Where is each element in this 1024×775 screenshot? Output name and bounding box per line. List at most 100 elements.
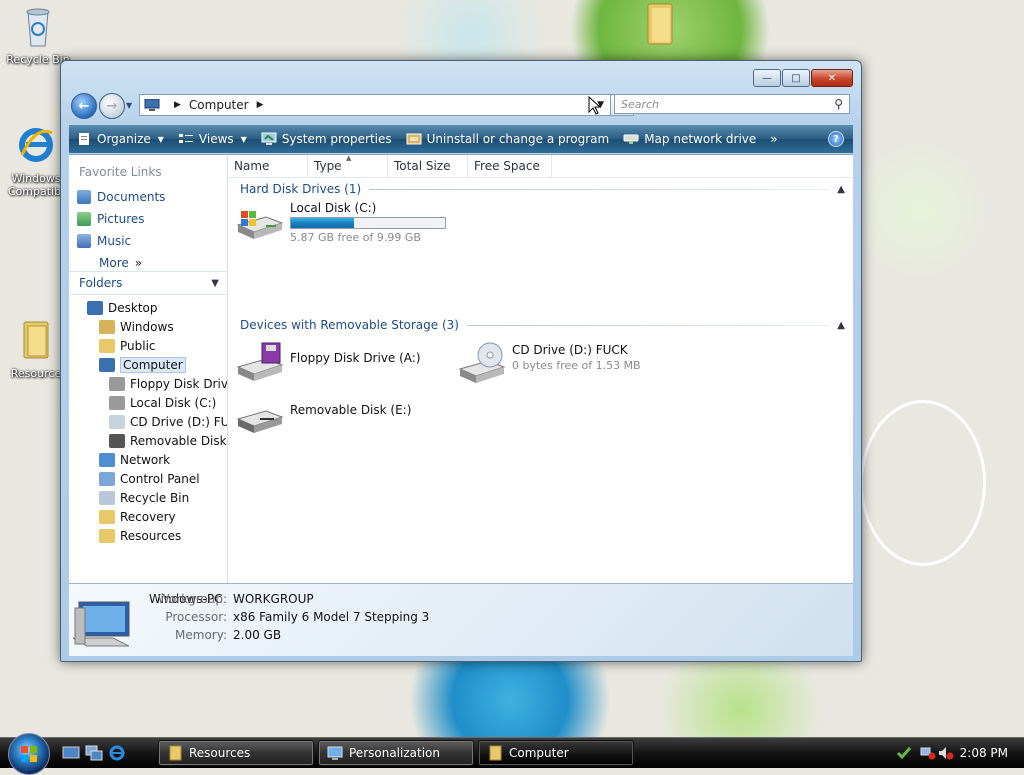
caption-buttons: — □ ✕	[753, 69, 853, 87]
tree-item[interactable]: Floppy Disk Drive	[109, 375, 228, 393]
breadcrumb-computer[interactable]: Computer	[189, 98, 249, 112]
drive-cd-d[interactable]: CD Drive (D:) FUCK 0 bytes free of 1.53 …	[458, 341, 641, 383]
removable-disk-icon	[109, 434, 125, 448]
group-header-removable-storage[interactable]: Devices with Removable Storage (3) ▲	[240, 317, 845, 333]
breadcrumb-separator[interactable]: ▶	[174, 100, 181, 110]
taskbar-button-resources[interactable]: Resources	[158, 740, 314, 766]
favorite-documents[interactable]: Documents	[77, 187, 165, 207]
column-header-name[interactable]: Name	[228, 155, 308, 177]
desktop-icon	[87, 301, 103, 315]
switch-windows-icon[interactable]	[85, 744, 103, 762]
tree-item[interactable]: Network	[99, 451, 170, 469]
tree-item[interactable]: Computer	[99, 356, 186, 374]
favorite-music[interactable]: Music	[77, 231, 131, 251]
system-properties-button[interactable]: System properties	[254, 125, 399, 153]
help-icon[interactable]: ?	[828, 131, 844, 147]
taskbar-button-personalization[interactable]: Personalization	[318, 740, 474, 766]
tree-item[interactable]: Recycle Bin	[99, 489, 189, 507]
folder-icon	[99, 510, 115, 524]
column-label: Free Space	[474, 159, 540, 173]
desktop-folder-icon[interactable]	[642, 2, 678, 48]
address-bar[interactable]: ▶ Computer ▶ ▼	[139, 94, 611, 116]
taskbar-button-label: Computer	[509, 746, 569, 760]
volume-muted-icon[interactable]	[938, 745, 954, 761]
internet-explorer-icon[interactable]	[108, 744, 126, 762]
system-properties-icon	[261, 132, 277, 145]
taskbar-button-computer[interactable]: Computer	[478, 740, 634, 766]
start-button[interactable]	[8, 733, 50, 775]
drive-floppy-a[interactable]: Floppy Disk Drive (A:)	[236, 341, 421, 383]
network-status-icon[interactable]	[920, 745, 936, 761]
uninstall-program-button[interactable]: Uninstall or change a program	[399, 125, 617, 153]
breadcrumb-separator[interactable]: ▶	[257, 100, 264, 110]
close-button[interactable]: ✕	[811, 69, 853, 87]
group-header-hard-disk-drives[interactable]: Hard Disk Drives (1) ▲	[240, 181, 845, 197]
column-label: Type	[314, 159, 342, 173]
favorite-pictures[interactable]: Pictures	[77, 209, 145, 229]
group-title: Devices with Removable Storage (3)	[240, 318, 459, 332]
drive-removable-e[interactable]: Removable Disk (E:)	[236, 399, 411, 441]
tree-item[interactable]: Windows	[99, 318, 174, 336]
tree-item-label: Public	[120, 339, 156, 353]
column-header-type[interactable]: ▲ Type	[308, 154, 388, 177]
search-icon[interactable]: ⚲	[834, 97, 843, 111]
folder-icon	[489, 745, 502, 761]
folders-header[interactable]: Folders ▼	[69, 271, 227, 295]
command-bar: Organize ▼ Views ▼ System properties Uni…	[69, 125, 853, 153]
tree-item[interactable]: Control Panel	[99, 470, 200, 488]
security-check-icon[interactable]	[896, 745, 912, 761]
show-desktop-icon[interactable]	[62, 744, 80, 762]
tree-item[interactable]: Resources	[99, 527, 181, 545]
drive-local-disk-c[interactable]: Local Disk (C:) 5.87 GB free of 9.99 GB	[236, 201, 446, 244]
explorer-window: — □ ✕ ← → ▼ ▶ Computer ▶ ▼ ➡ Search ⚲ Or…	[60, 60, 862, 662]
favorite-links-title: Favorite Links	[79, 165, 162, 179]
processor-label: Processor:	[165, 610, 227, 624]
recent-pages-dropdown[interactable]: ▼	[126, 101, 132, 110]
tree-item[interactable]: Removable Disk (E	[109, 432, 227, 450]
drive-name: Local Disk (C:)	[290, 201, 377, 215]
tree-item[interactable]: CD Drive (D:) FUC	[109, 413, 227, 431]
organize-button[interactable]: Organize ▼	[69, 125, 171, 153]
recycle-bin-icon	[99, 491, 115, 505]
views-button[interactable]: Views ▼	[171, 125, 254, 153]
programs-icon	[406, 133, 422, 145]
map-network-drive-button[interactable]: Map network drive	[616, 125, 763, 153]
taskbar: Resources Personalization Computer 2:08 …	[0, 733, 1024, 775]
tree-item-label: Desktop	[108, 301, 158, 315]
folder-icon	[169, 745, 182, 761]
maximize-button[interactable]: □	[782, 69, 810, 87]
column-header-free-space[interactable]: Free Space	[468, 155, 552, 177]
drive-name: CD Drive (D:) FUCK	[512, 343, 628, 357]
chevron-down-icon: ▼	[157, 134, 164, 144]
search-input[interactable]: Search ⚲	[614, 94, 850, 114]
clock[interactable]: 2:08 PM	[960, 746, 1008, 760]
desktop-icon-recycle-bin[interactable]: Recycle Bin	[2, 4, 74, 66]
tree-item-label: Resources	[120, 529, 182, 543]
column-header-total-size[interactable]: Total Size	[388, 155, 468, 177]
group-title: Hard Disk Drives (1)	[240, 182, 362, 196]
tree-item[interactable]: Recovery	[99, 508, 176, 526]
hard-disk-icon	[236, 211, 284, 239]
notification-area: 2:08 PM	[888, 738, 1024, 768]
tree-item[interactable]: Local Disk (C:)	[109, 394, 216, 412]
minimize-button[interactable]: —	[753, 69, 781, 87]
tree-item-label: Floppy Disk Drive	[130, 377, 228, 391]
group-divider	[369, 188, 830, 190]
tree-item-label: Network	[120, 453, 171, 467]
tree-item[interactable]: Public	[99, 337, 156, 355]
chevron-up-icon[interactable]: ▲	[837, 184, 845, 195]
hard-disk-icon	[109, 396, 125, 410]
back-button[interactable]: ←	[71, 93, 97, 119]
folder-icon	[99, 339, 115, 353]
tree-item-label: Local Disk (C:)	[130, 396, 217, 410]
system-properties-label: System properties	[281, 132, 392, 146]
favorite-more[interactable]: More »	[99, 253, 142, 273]
computer-icon	[73, 601, 130, 647]
tree-item[interactable]: Desktop	[87, 299, 158, 317]
toolbar-overflow-button[interactable]: »	[763, 125, 784, 153]
tree-item-label: Computer	[120, 357, 186, 373]
navigation-bar: ← → ▼ ▶ Computer ▶ ▼ ➡ Search ⚲	[69, 93, 853, 121]
chevron-up-icon[interactable]: ▲	[837, 320, 845, 331]
computer-icon	[99, 358, 115, 372]
forward-button[interactable]: →	[99, 93, 125, 119]
